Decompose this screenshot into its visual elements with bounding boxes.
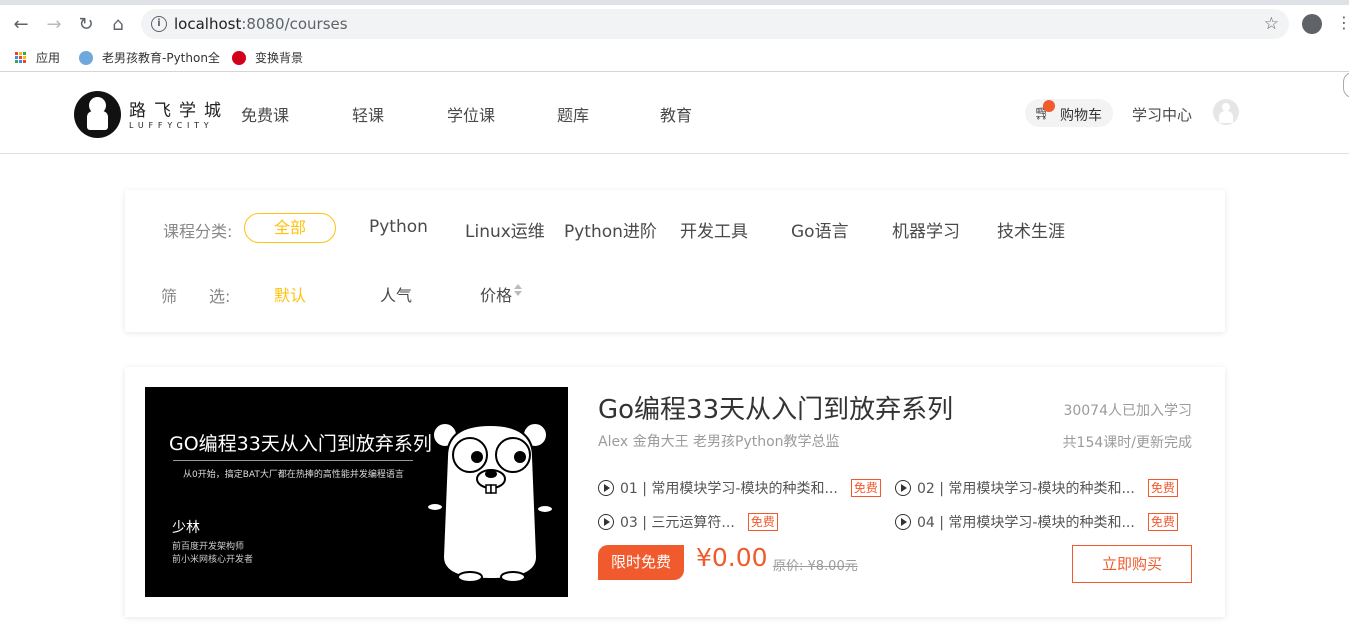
- play-icon: [895, 480, 911, 496]
- bookmark-label: 应用: [36, 51, 61, 65]
- lesson-item-3[interactable]: 03 | 三元运算符... 免费: [598, 512, 778, 532]
- logo-icon[interactable]: [74, 91, 121, 138]
- nav-light-courses[interactable]: 轻课: [352, 102, 384, 126]
- free-badge: 免费: [1147, 513, 1178, 531]
- study-center-link[interactable]: 学习中心: [1132, 104, 1192, 125]
- site-header: 路飞学城 LUFFYCITY 免费课 轻课 学位课 题库 教育 🛒︎ 购物车 学…: [0, 72, 1349, 154]
- nav-degree-courses[interactable]: 学位课: [447, 102, 495, 126]
- category-python-advanced[interactable]: Python进阶: [564, 217, 657, 242]
- free-badge: 免费: [747, 513, 778, 531]
- sort-arrows-icon[interactable]: [514, 284, 524, 296]
- cloud-icon: [79, 50, 93, 65]
- filter-panel: 课程分类: 全部 Python Linux运维 Python进阶 开发工具 Go…: [125, 190, 1225, 332]
- nav-free-courses[interactable]: 免费课: [241, 102, 289, 126]
- url-text[interactable]: localhost:8080/courses: [174, 15, 348, 33]
- cover-teacher-info-1: 前百度开发架构师: [172, 542, 245, 552]
- nav-education[interactable]: 教育: [660, 102, 692, 126]
- course-price: ¥0.00: [696, 543, 768, 572]
- category-python[interactable]: Python: [369, 217, 428, 237]
- bookmark-star-icon[interactable]: ☆: [1264, 14, 1279, 34]
- nav-question-bank[interactable]: 题库: [557, 102, 589, 126]
- sort-price[interactable]: 价格: [480, 282, 512, 306]
- bookmark-apps[interactable]: 应用: [15, 49, 60, 66]
- sort-label-1: 筛: [161, 287, 178, 306]
- cover-teacher-info-2: 前小米网核心开发者: [172, 555, 254, 565]
- course-status: 共154课时/更新完成: [1062, 435, 1192, 451]
- site-info-icon[interactable]: i: [151, 16, 167, 32]
- user-avatar[interactable]: [1213, 99, 1239, 125]
- sort-label-2: 选:: [209, 287, 231, 306]
- category-linux[interactable]: Linux运维: [465, 217, 545, 242]
- address-bar[interactable]: i localhost:8080/courses ☆: [141, 9, 1289, 39]
- reload-icon[interactable]: ↻: [75, 13, 97, 35]
- logo-subtitle: LUFFYCITY: [129, 121, 214, 130]
- category-label: 课程分类:: [163, 222, 233, 241]
- cover-title: GO编程33天从入门到放弃系列: [169, 433, 432, 455]
- category-machine-learning[interactable]: 机器学习: [892, 217, 960, 242]
- play-icon: [598, 514, 614, 530]
- cart-badge: [1043, 100, 1055, 112]
- bookmark-oldboy[interactable]: 老男孩教育-Python全: [79, 49, 220, 66]
- sort-popularity[interactable]: 人气: [380, 282, 412, 306]
- lesson-title: 02 | 常用模块学习-模块的种类和...: [917, 481, 1135, 497]
- course-cover[interactable]: GO编程33天从入门到放弃系列 从0开始，搞定BAT大厂都在热捧的高性能并发编程…: [145, 387, 568, 597]
- category-go[interactable]: Go语言: [791, 217, 849, 242]
- record-icon: [232, 50, 246, 65]
- cover-teacher: 少林: [172, 520, 200, 536]
- category-career[interactable]: 技术生涯: [997, 217, 1065, 242]
- bookmarks-bar: 应用 老男孩教育-Python全 变换背景: [0, 42, 1349, 72]
- lesson-title: 04 | 常用模块学习-模块的种类和...: [917, 515, 1135, 531]
- home-icon[interactable]: ⌂: [107, 13, 129, 35]
- lesson-item-2[interactable]: 02 | 常用模块学习-模块的种类和... 免费: [895, 478, 1178, 498]
- lesson-title: 01 | 常用模块学习-模块的种类和...: [620, 481, 838, 497]
- lesson-item-1[interactable]: 01 | 常用模块学习-模块的种类和... 免费: [598, 478, 881, 498]
- apps-icon: [15, 51, 27, 64]
- logo-title[interactable]: 路飞学城: [129, 96, 229, 121]
- promo-badge: 限时免费: [598, 545, 684, 580]
- bookmark-label: 变换背景: [255, 51, 304, 65]
- cart-button[interactable]: 🛒︎ 购物车: [1025, 99, 1113, 127]
- course-teacher: Alex 金角大王 老男孩Python教学总监: [598, 434, 840, 450]
- browser-toolbar: ← → ↻ ⌂ i localhost:8080/courses ☆ ⋮: [0, 5, 1349, 42]
- bookmark-label: 老男孩教育-Python全: [102, 51, 220, 65]
- url-host: localhost: [174, 15, 242, 33]
- back-icon[interactable]: ←: [10, 13, 32, 35]
- url-path: :8080/courses: [241, 15, 348, 33]
- cover-subtitle: 从0开始，搞定BAT大厂都在热捧的高性能并发编程语言: [183, 470, 404, 480]
- original-price: 原价: ¥8.00元: [773, 559, 858, 574]
- category-dev-tools[interactable]: 开发工具: [680, 217, 748, 242]
- bookmark-background[interactable]: 变换背景: [232, 49, 303, 66]
- course-learners: 30074人已加入学习: [1063, 403, 1192, 419]
- free-badge: 免费: [850, 479, 881, 497]
- course-title[interactable]: Go编程33天从入门到放弃系列: [598, 389, 953, 426]
- category-all[interactable]: 全部: [244, 213, 336, 243]
- course-card[interactable]: GO编程33天从入门到放弃系列 从0开始，搞定BAT大厂都在热捧的高性能并发编程…: [125, 367, 1225, 617]
- forward-icon[interactable]: →: [43, 13, 65, 35]
- sort-default[interactable]: 默认: [274, 282, 306, 306]
- profile-icon[interactable]: [1302, 14, 1322, 34]
- side-widget[interactable]: [1343, 72, 1349, 98]
- play-icon: [598, 480, 614, 496]
- buy-now-button[interactable]: 立即购买: [1072, 545, 1192, 583]
- play-icon: [895, 514, 911, 530]
- cover-divider: [173, 460, 413, 461]
- cart-label: 购物车: [1060, 108, 1102, 124]
- free-badge: 免费: [1147, 479, 1178, 497]
- browser-menu-icon[interactable]: ⋮: [1336, 13, 1349, 32]
- gopher-mascot-icon: [426, 422, 554, 583]
- lesson-item-4[interactable]: 04 | 常用模块学习-模块的种类和... 免费: [895, 512, 1178, 532]
- lesson-title: 03 | 三元运算符...: [620, 515, 735, 531]
